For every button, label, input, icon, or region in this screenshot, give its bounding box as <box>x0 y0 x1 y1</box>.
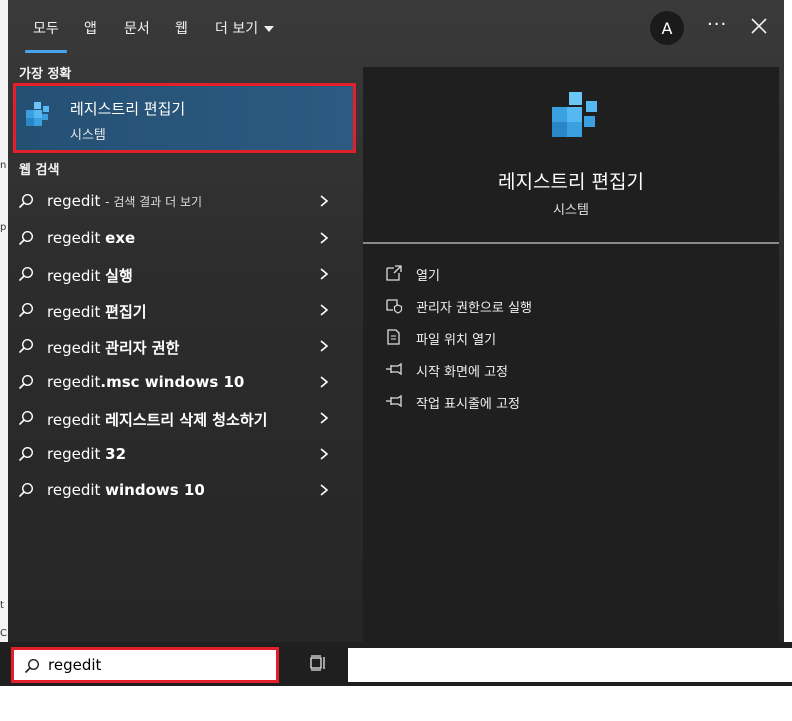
query-suggestion: 실행 <box>105 267 133 285</box>
query-suggestion: 레지스트리 삭제 청소하기 <box>105 411 268 429</box>
open-icon <box>386 265 402 281</box>
query-text: regedit <box>47 373 101 391</box>
pin-icon <box>386 362 402 376</box>
web-search-item[interactable]: regedit 편집기 <box>8 292 358 328</box>
web-search-item[interactable]: regedit 실행 <box>8 256 358 292</box>
screen-bottom-area <box>0 686 792 721</box>
web-search-item[interactable]: regedit - 검색 결과 더 보기 <box>8 183 358 219</box>
web-search-item[interactable]: regedit exe <box>8 220 358 256</box>
search-input[interactable] <box>48 654 268 676</box>
chevron-right-icon <box>320 484 329 496</box>
chevron-right-icon <box>320 304 329 316</box>
action-label: 관리자 권한으로 실행 <box>416 301 532 316</box>
tab-more[interactable]: 더 보기 <box>215 18 275 38</box>
background-fragment: C <box>0 628 7 639</box>
tab-all[interactable]: 모두 <box>25 18 67 53</box>
query-text: regedit <box>47 267 101 285</box>
search-icon <box>18 266 34 282</box>
action-label: 작업 표시줄에 고정 <box>416 397 520 412</box>
query-text: regedit <box>47 192 101 210</box>
query-suggestion: exe <box>105 229 136 247</box>
action-label: 열기 <box>416 269 440 284</box>
search-filter-tabs: 모두 앱 문서 웹 더 보기 A ··· <box>8 0 784 56</box>
tab-web[interactable]: 웹 <box>175 18 188 38</box>
web-search-item[interactable]: regedit 32 <box>8 436 358 472</box>
query-text: regedit <box>47 481 101 499</box>
action-label: 시작 화면에 고정 <box>416 365 508 380</box>
action-open[interactable]: 열기 <box>385 261 765 285</box>
chevron-right-icon <box>320 232 329 244</box>
action-label: 파일 위치 열기 <box>416 333 497 348</box>
registry-editor-icon <box>552 92 597 137</box>
taskbar-empty-area <box>348 648 792 682</box>
background-fragment: p <box>0 222 7 233</box>
best-match-heading: 가장 정확 <box>19 67 72 82</box>
query-text: regedit <box>47 411 101 429</box>
search-icon <box>18 302 34 318</box>
search-icon <box>18 374 34 390</box>
search-icon <box>18 230 34 246</box>
query-text: regedit <box>47 339 101 357</box>
search-icon <box>18 482 34 498</box>
query-suggestion: .msc windows 10 <box>100 373 245 391</box>
query-suggestion: 편집기 <box>105 303 147 321</box>
best-match-app-name: 레지스트리 편집기 <box>70 100 186 118</box>
best-match-app-type: 시스템 <box>70 128 106 143</box>
action-pin-to-start[interactable]: 시작 화면에 고정 <box>385 357 765 381</box>
chevron-right-icon <box>320 195 329 207</box>
search-icon <box>18 338 34 354</box>
query-suggestion: 32 <box>105 445 127 463</box>
close-icon[interactable] <box>749 16 769 36</box>
web-search-item[interactable]: regedit 관리자 권한 <box>8 328 358 364</box>
query-text: regedit <box>47 303 101 321</box>
divider <box>363 242 779 244</box>
see-more-results-text: - 검색 결과 더 보기 <box>105 195 203 209</box>
chevron-right-icon <box>320 376 329 388</box>
web-search-item[interactable]: regedit windows 10 <box>8 472 358 508</box>
background-window-edge <box>0 0 8 642</box>
chevron-down-icon <box>264 26 275 32</box>
query-text: regedit <box>47 229 101 247</box>
search-icon <box>18 446 34 462</box>
registry-editor-icon <box>26 102 49 126</box>
search-icon <box>24 658 40 674</box>
start-search-panel: 모두 앱 문서 웹 더 보기 A ··· 가장 정확 레지스트리 편집기 시스템… <box>8 0 784 642</box>
search-icon <box>18 410 34 426</box>
taskbar-search-box[interactable] <box>11 647 279 683</box>
pin-icon <box>386 394 402 408</box>
result-preview-pane: 레지스트리 편집기 시스템 열기 관리자 권한으로 실행 파일 위치 열기 시작… <box>363 67 779 642</box>
tab-apps[interactable]: 앱 <box>84 18 97 38</box>
avatar[interactable]: A <box>650 11 684 45</box>
background-fragment: n <box>0 160 7 171</box>
task-view-icon[interactable] <box>310 654 328 672</box>
chevron-right-icon <box>320 448 329 460</box>
query-text: regedit <box>47 445 101 463</box>
background-fragment: t <box>0 600 4 611</box>
web-search-item[interactable]: regedit 레지스트리 삭제 청소하기 <box>8 400 358 436</box>
chevron-right-icon <box>320 412 329 424</box>
search-icon <box>18 193 34 209</box>
preview-app-name: 레지스트리 편집기 <box>498 171 644 193</box>
more-options-icon[interactable]: ··· <box>707 14 727 35</box>
web-search-item[interactable]: regedit.msc windows 10 <box>8 364 358 400</box>
chevron-right-icon <box>320 268 329 280</box>
web-search-heading: 웹 검색 <box>19 163 60 178</box>
action-run-as-admin[interactable]: 관리자 권한으로 실행 <box>385 293 765 317</box>
chevron-right-icon <box>320 340 329 352</box>
action-pin-to-taskbar[interactable]: 작업 표시줄에 고정 <box>385 389 765 413</box>
action-open-file-location[interactable]: 파일 위치 열기 <box>385 325 765 349</box>
query-suggestion: 관리자 권한 <box>105 339 180 357</box>
tab-documents[interactable]: 문서 <box>124 18 150 38</box>
shield-icon <box>386 299 403 314</box>
preview-app-type: 시스템 <box>553 203 589 218</box>
query-suggestion: windows 10 <box>105 481 205 499</box>
file-location-icon <box>387 329 400 345</box>
best-match-result[interactable]: 레지스트리 편집기 시스템 <box>13 83 356 153</box>
tab-more-label: 더 보기 <box>215 21 259 37</box>
